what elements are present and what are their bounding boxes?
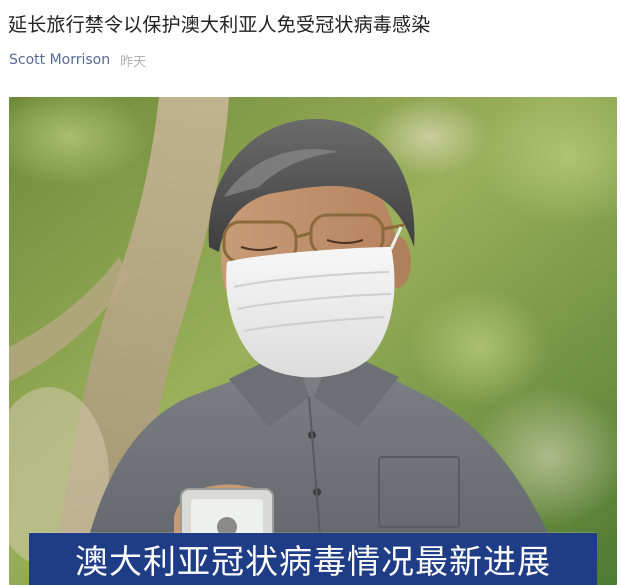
- article-meta: Scott Morrison 昨天: [9, 49, 146, 71]
- headline-banner: 澳大利亚冠状病毒情况最新进展: [29, 533, 597, 585]
- masked-man-photo-icon: [9, 97, 617, 585]
- article-title: 延长旅行禁令以保护澳大利亚人免受冠状病毒感染: [8, 14, 431, 36]
- author-link[interactable]: Scott Morrison: [9, 52, 110, 68]
- banner-text: 澳大利亚冠状病毒情况最新进展: [75, 542, 551, 581]
- publish-time: 昨天: [120, 54, 147, 70]
- hero-image[interactable]: 澳大利亚冠状病毒情况最新进展: [9, 97, 617, 585]
